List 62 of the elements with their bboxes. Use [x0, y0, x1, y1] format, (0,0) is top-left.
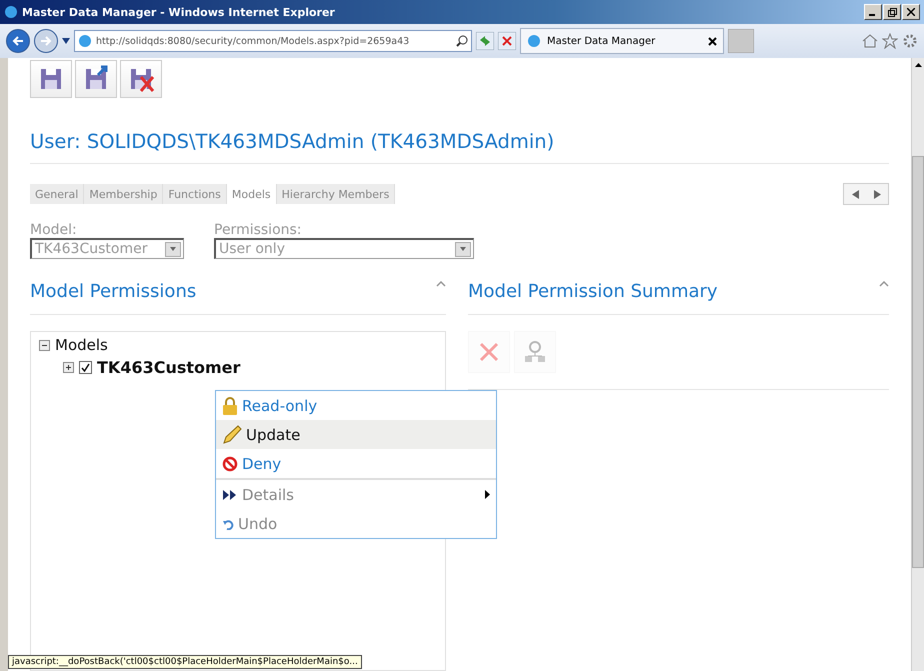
browser-logo-icon: [4, 5, 18, 19]
collapse-icon[interactable]: [39, 340, 50, 350]
hierarchy-icon: [523, 340, 547, 364]
globe-icon: [78, 34, 92, 48]
close-button[interactable]: [902, 4, 920, 20]
triangle-right-icon: [874, 190, 880, 198]
section-title: Model Permissions: [30, 281, 196, 302]
home-icon[interactable]: [862, 34, 878, 48]
scrollbar-thumb[interactable]: [912, 156, 924, 568]
menu-item[interactable]: Read-only: [216, 391, 496, 420]
globe-icon: [527, 34, 541, 48]
toolbar-button[interactable]: [75, 60, 117, 98]
tab[interactable]: Membership: [84, 184, 164, 204]
submenu-arrow-icon: [485, 490, 490, 499]
next-button[interactable]: [866, 184, 888, 204]
triangle-left-icon: [852, 190, 858, 198]
triangle-up-icon: [914, 63, 922, 67]
settings-icon[interactable]: [902, 33, 918, 49]
menu-item[interactable]: Deny: [216, 449, 496, 478]
search-icon[interactable]: [456, 35, 468, 47]
stop-icon[interactable]: [498, 32, 516, 50]
no-entry-icon: [222, 456, 238, 472]
page-title: User: SOLIDQDS\TK463MDSAdmin (TK463MDSAdmin): [30, 130, 889, 164]
dropdown-icon[interactable]: [62, 38, 70, 44]
arrow-left-icon: [12, 35, 24, 47]
tree-item[interactable]: Models: [55, 336, 108, 354]
field-label: Permissions:: [214, 222, 303, 238]
arrow-right-icon: [40, 35, 52, 47]
back-button[interactable]: [6, 29, 30, 53]
plus-icon: [65, 364, 72, 370]
tab[interactable]: General: [30, 184, 84, 204]
menu-item[interactable]: Update: [216, 420, 496, 449]
pencil-icon: [222, 424, 242, 444]
star-icon[interactable]: [882, 33, 898, 49]
undo-icon: [222, 518, 234, 530]
tree-item[interactable]: TK463Customer: [97, 358, 240, 376]
checkmark-icon: [81, 362, 90, 372]
tab[interactable]: Hierarchy Members: [276, 184, 396, 204]
previous-button[interactable]: [844, 184, 866, 204]
double-arrow-icon: [222, 488, 238, 500]
expand-icon[interactable]: [63, 362, 74, 372]
field-label: Model:: [30, 222, 78, 238]
checkbox[interactable]: [79, 360, 92, 374]
close-icon: [907, 8, 915, 16]
minimize-button[interactable]: [864, 4, 882, 20]
browser-tab[interactable]: Master Data Manager: [520, 28, 724, 54]
restore-icon: [888, 8, 896, 16]
lock-icon: [222, 396, 238, 414]
section-title: Model Permission Summary: [468, 281, 718, 302]
tab[interactable]: Functions: [163, 184, 227, 204]
forward-button[interactable]: [34, 29, 58, 53]
address-field[interactable]: http://solidqds:8080/security/common/Models.aspx?pid=2659a43: [74, 30, 472, 52]
refresh-icon[interactable]: [476, 32, 494, 50]
cross-icon: [478, 341, 500, 363]
toolbar-button[interactable]: [120, 60, 162, 98]
close-icon[interactable]: [708, 36, 717, 46]
toolbar-button[interactable]: [30, 60, 72, 98]
window-title: Master Data Manager - Windows Internet Explorer: [22, 6, 336, 18]
caret-icon: [460, 247, 466, 251]
caret-icon: [170, 247, 176, 251]
restore-button[interactable]: [883, 4, 901, 20]
status-tooltip: javascript:__doPostBack('ctl00$ctl00$PlaceHolderMain$PlaceHolderMain$o...: [8, 655, 362, 669]
